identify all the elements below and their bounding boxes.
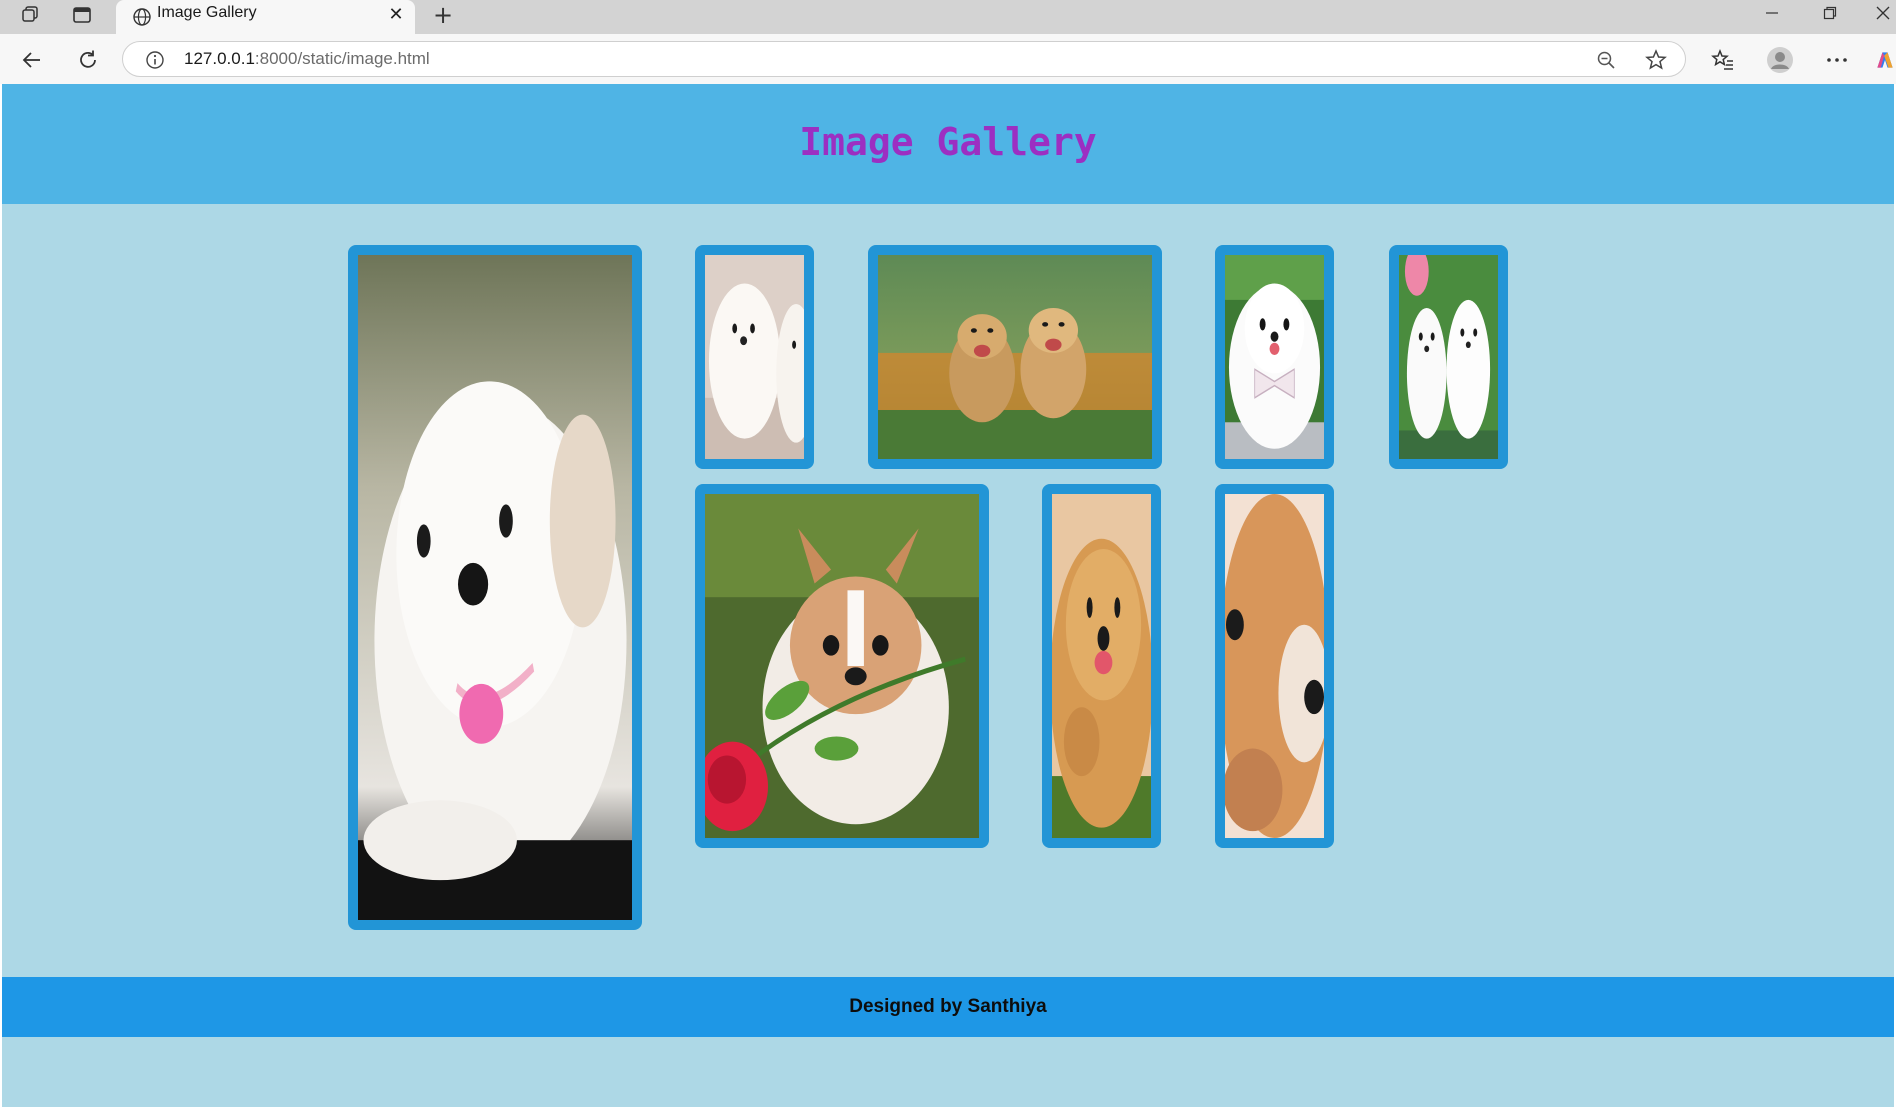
url-host: 127.0.0.1: [184, 49, 255, 68]
url-path: :8000/static/image.html: [254, 49, 430, 68]
two-white-puppies-in-garden-image: [1399, 255, 1498, 459]
copilot-icon[interactable]: [1874, 46, 1896, 74]
gallery-image-5[interactable]: [1389, 245, 1508, 469]
gallery-image-3[interactable]: [868, 245, 1162, 469]
new-tab-button[interactable]: +: [428, 1, 458, 29]
more-options-icon[interactable]: [1822, 47, 1852, 73]
page-body: Image Gallery Designed by Santhiya: [2, 84, 1894, 1107]
corgi-puppy-with-red-rose-image: [705, 494, 979, 838]
gallery-image-1[interactable]: [348, 245, 642, 930]
two-white-pomeranian-puppies-image: [705, 255, 804, 459]
refresh-icon[interactable]: [72, 46, 104, 74]
page-footer: Designed by Santhiya: [2, 977, 1894, 1037]
back-arrow-icon[interactable]: [16, 46, 48, 74]
globe-icon: [130, 5, 154, 29]
url-text[interactable]: 127.0.0.1:8000/static/image.html: [184, 48, 430, 70]
restore-icon[interactable]: [1814, 0, 1846, 26]
gallery-image-8[interactable]: [1215, 484, 1334, 848]
favorites-collection-icon[interactable]: [1707, 47, 1739, 73]
white-maltese-puppy-image: [358, 255, 632, 920]
golden-retriever-puppy-close-up-image: [1052, 494, 1151, 838]
active-tab[interactable]: Image Gallery ✕: [116, 0, 415, 34]
site-info-icon[interactable]: [143, 48, 167, 72]
page-title: Image Gallery: [799, 120, 1097, 164]
gallery-image-7[interactable]: [1042, 484, 1161, 848]
footer-credit: Designed by Santhiya: [849, 996, 1047, 1017]
gallery-image-6[interactable]: [695, 484, 989, 848]
minimize-icon[interactable]: [1756, 0, 1788, 26]
page-header: Image Gallery: [2, 84, 1894, 204]
gallery-image-4[interactable]: [1215, 245, 1334, 469]
gallery-image-2[interactable]: [695, 245, 814, 469]
profile-avatar[interactable]: [1764, 45, 1796, 75]
corgi-puppy-face-close-up-image: [1225, 494, 1324, 838]
two-golden-retriever-puppies-image: [878, 255, 1152, 459]
vertical-tabs-icon[interactable]: [68, 2, 96, 28]
zoom-out-icon[interactable]: [1591, 47, 1621, 73]
workspaces-icon[interactable]: [16, 2, 44, 28]
tab-title: Image Gallery: [157, 4, 257, 21]
star-favorite-icon[interactable]: [1641, 47, 1671, 73]
close-window-icon[interactable]: [1870, 0, 1896, 26]
white-pomeranian-with-bow-tie-image: [1225, 255, 1324, 459]
close-tab-icon[interactable]: ✕: [384, 2, 408, 26]
